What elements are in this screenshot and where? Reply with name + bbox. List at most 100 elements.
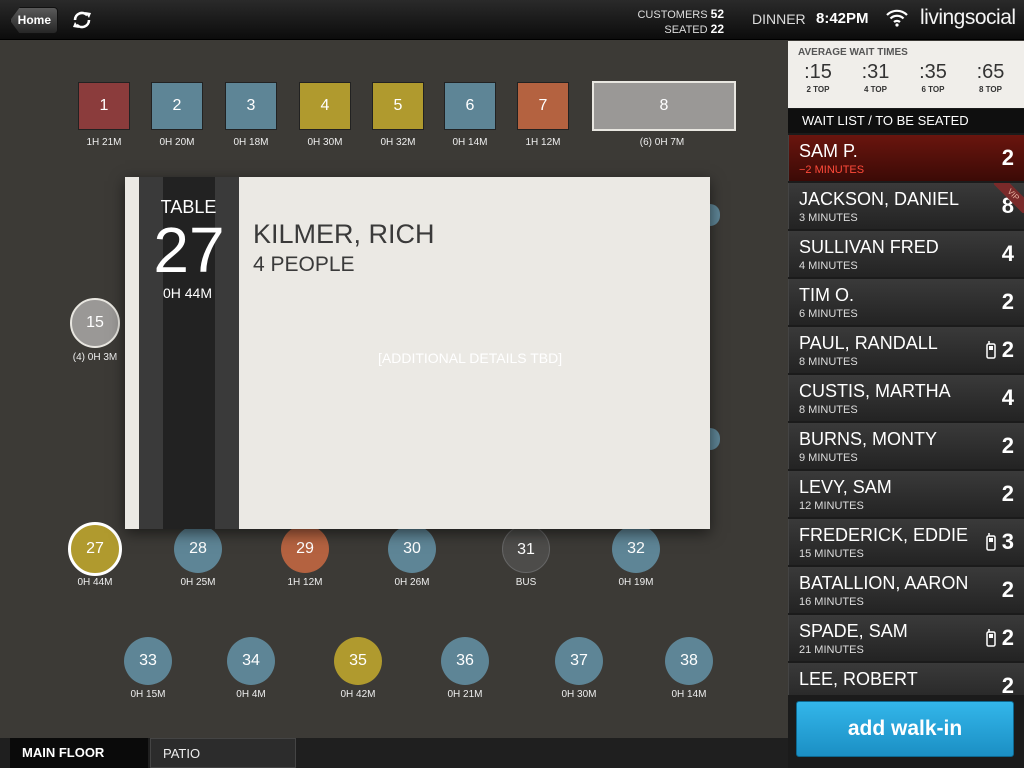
wait-time-label: 6 TOP [921, 85, 945, 94]
floor-tabs: MAIN FLOOR PATIO [0, 738, 788, 768]
table-time: (6) 0H 7M [639, 137, 685, 148]
card-table-number: 27 [153, 214, 225, 286]
phone-icon [986, 341, 996, 359]
wait-list-item[interactable]: CUSTIS, MARTHA 8 MINUTES 4 [788, 375, 1024, 421]
table-15[interactable]: 15 [70, 298, 120, 348]
card-table-time: 0H 44M [162, 285, 213, 301]
table-time: 0H 14M [671, 689, 707, 700]
table-1[interactable]: 1 [78, 82, 130, 130]
table-32[interactable]: 32 [612, 525, 660, 573]
wifi-icon [886, 9, 908, 27]
table-30[interactable]: 30 [388, 525, 436, 573]
phone-icon [986, 533, 996, 551]
wait-time: 4 MINUTES [799, 260, 858, 272]
table-29[interactable]: 29 [281, 525, 329, 573]
table-27[interactable]: 27 [68, 522, 122, 576]
table-time: 1H 12M [525, 137, 561, 148]
wait-time-value: :31 [861, 61, 890, 83]
wait-list-header: WAIT LIST / TO BE SEATED [788, 109, 1024, 133]
wait-list-panel: AVERAGE WAIT TIMES :15 2 TOP:31 4 TOP:35 6 … [788, 41, 1024, 768]
vip-badge: VIP [994, 183, 1024, 213]
wait-time-label: 4 TOP [864, 85, 887, 94]
refresh-icon[interactable] [70, 8, 94, 32]
customers-label: CUSTOMERS [637, 9, 708, 21]
wait-time-8-top: :65 8 TOP [963, 61, 1019, 94]
party-size: 3 [1001, 529, 1014, 554]
wait-list-item[interactable]: SPADE, SAM 21 MINUTES 2 [788, 615, 1024, 661]
guest-name: TIM O. [799, 285, 854, 305]
table-28[interactable]: 28 [174, 525, 222, 573]
wait-list-item[interactable]: BURNS, MONTY 9 MINUTES 2 [788, 423, 1024, 469]
wait-time-6-top: :35 6 TOP [905, 61, 961, 94]
wait-list-item[interactable]: PAUL, RANDALL 8 MINUTES 2 [788, 327, 1024, 373]
table-5[interactable]: 5 [372, 82, 424, 130]
wait-time: −2 MINUTES [799, 164, 865, 176]
wait-list-item[interactable]: FREDERICK, EDDIE 15 MINUTES 3 [788, 519, 1024, 565]
party-size: 4 [1001, 385, 1014, 410]
tab-main-floor[interactable]: MAIN FLOOR [10, 738, 148, 768]
brand-logo: livingsocial [920, 6, 1016, 29]
table-time: 0H 25M [180, 577, 216, 588]
guest-name: SULLIVAN FRED [799, 237, 939, 257]
table-36[interactable]: 36 [441, 637, 489, 685]
wait-time: 8 MINUTES [799, 356, 858, 368]
guest-name: SAM P. [799, 141, 858, 161]
party-size: 2 [1001, 433, 1014, 458]
table-detail-card[interactable]: TABLE 27 0H 44M KILMER, RICH 4 PEOPLE [A… [125, 177, 710, 529]
wait-list-item[interactable]: JACKSON, DANIEL 3 MINUTES 8 VIP [788, 183, 1024, 229]
wait-list-item[interactable]: SULLIVAN FRED 4 MINUTES 4 [788, 231, 1024, 277]
guest-name: LEE, ROBERT [799, 669, 918, 689]
table-time: 0H 26M [394, 577, 430, 588]
seated-label: SEATED [664, 24, 708, 36]
meal-period: DINNER [752, 11, 806, 27]
wait-list-item[interactable]: TIM O. 6 MINUTES 2 [788, 279, 1024, 325]
top-bar: Home CUSTOMERS 52 SEATED 22 DINNER 8:42P… [0, 0, 1024, 40]
table-34[interactable]: 34 [227, 637, 275, 685]
table-2[interactable]: 2 [151, 82, 203, 130]
customer-counts: CUSTOMERS 52 SEATED 22 [600, 7, 724, 37]
table-number: 15 [86, 314, 104, 331]
wait-time-4-top: :31 4 TOP [848, 61, 904, 94]
wait-time: 16 MINUTES [799, 596, 864, 608]
table-6[interactable]: 6 [444, 82, 496, 130]
table-37[interactable]: 37 [555, 637, 603, 685]
table-time: 0H 18M [233, 137, 269, 148]
party-size: 2 [1001, 289, 1014, 314]
table-33[interactable]: 33 [124, 637, 172, 685]
table-time: (4) 0H 3M [72, 352, 118, 363]
table-3[interactable]: 3 [225, 82, 277, 130]
table-4[interactable]: 4 [299, 82, 351, 130]
phone-icon [986, 629, 996, 647]
wait-list-item[interactable]: SAM P. −2 MINUTES 2 [788, 135, 1024, 181]
party-size: 2 [1001, 145, 1014, 170]
table-time: 1H 12M [287, 577, 323, 588]
wait-list-item[interactable]: LEVY, SAM 12 MINUTES 2 [788, 471, 1024, 517]
guest-name: PAUL, RANDALL [799, 333, 938, 353]
home-button[interactable]: Home [10, 7, 58, 34]
wait-time-label: 8 TOP [979, 85, 1002, 94]
table-8[interactable]: 8 [592, 81, 736, 131]
table-marker[interactable] [710, 204, 720, 226]
table-31[interactable]: 31 [502, 525, 550, 573]
tab-patio[interactable]: PATIO [150, 738, 296, 768]
guest-name: SPADE, SAM [799, 621, 908, 641]
average-wait-times: AVERAGE WAIT TIMES :15 2 TOP:31 4 TOP:35 6 … [788, 41, 1024, 108]
table-time: 0H 32M [380, 137, 416, 148]
table-38[interactable]: 38 [665, 637, 713, 685]
table-marker[interactable] [710, 428, 720, 450]
table-7[interactable]: 7 [517, 82, 569, 130]
wait-time: 12 MINUTES [799, 500, 864, 512]
wait-time: 15 MINUTES [799, 548, 864, 560]
table-time: 0H 30M [307, 137, 343, 148]
table-35[interactable]: 35 [334, 637, 382, 685]
add-walk-in-button[interactable]: add walk-in [796, 701, 1014, 757]
wait-times-title: AVERAGE WAIT TIMES [798, 47, 908, 58]
wait-list-item[interactable]: LEE, ROBERT 2 [788, 663, 1024, 695]
party-size: 2 [1001, 625, 1014, 650]
table-time: 0H 42M [340, 689, 376, 700]
card-guest-name: KILMER, RICH [253, 219, 435, 249]
wait-time-value: :65 [976, 61, 1005, 83]
wait-list-item[interactable]: BATALLION, AARON 16 MINUTES 2 [788, 567, 1024, 613]
wait-time-label: 2 TOP [806, 85, 830, 94]
guest-name: CUSTIS, MARTHA [799, 381, 951, 401]
